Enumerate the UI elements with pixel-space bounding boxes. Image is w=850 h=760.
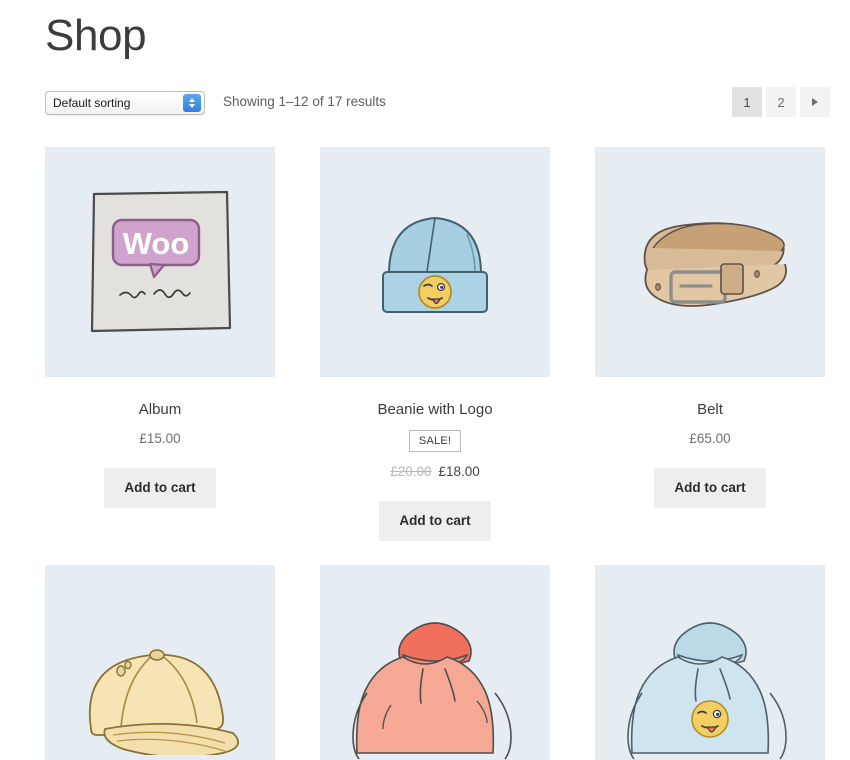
pagination-next-button[interactable] (800, 87, 830, 117)
product-card: Hoodie with Logo (595, 564, 825, 760)
product-card: Belt £65.00 Add to cart (595, 147, 825, 541)
hoodie-blue-logo-illustration (627, 622, 787, 760)
product-image-album[interactable]: Woo (45, 147, 275, 377)
add-to-cart-button[interactable]: Add to cart (379, 501, 491, 541)
price-original: £20.00 (390, 464, 432, 479)
product-price: £20.00 £18.00 (320, 464, 550, 480)
product-image-cap[interactable] (45, 564, 275, 760)
chevron-right-icon (812, 98, 818, 106)
chevron-updown-icon[interactable] (183, 94, 201, 112)
pagination-page-1[interactable]: 1 (732, 87, 762, 117)
add-to-cart-button[interactable]: Add to cart (654, 468, 766, 508)
sorting-select-wrapper[interactable]: Default sorting (45, 91, 205, 115)
album-cover-illustration: Woo (90, 190, 232, 333)
pagination: 1 2 (732, 87, 830, 117)
product-image-hoodie-with-logo[interactable] (595, 564, 825, 760)
price-value: £65.00 (689, 431, 731, 446)
product-grid: Woo Album £15.00 Add to cart Beanie with… (45, 147, 850, 760)
sorting-select-value: Default sorting (53, 96, 131, 110)
shop-page: Shop Default sorting Showing 1–12 of 17 … (0, 0, 850, 760)
sorting-select[interactable]: Default sorting (45, 91, 205, 115)
beanie-illustration (382, 216, 488, 313)
product-card: Cap (45, 564, 275, 760)
result-count: Showing 1–12 of 17 results (223, 94, 386, 109)
page-title: Shop (45, 11, 147, 60)
add-to-cart-button[interactable]: Add to cart (104, 468, 216, 508)
belt-illustration (643, 222, 787, 307)
sale-badge: SALE! (408, 430, 462, 452)
product-image-beanie[interactable] (320, 147, 550, 377)
hoodie-salmon-illustration (352, 622, 512, 760)
product-card: Hoodie (320, 564, 550, 760)
shop-toolbar: Default sorting Showing 1–12 of 17 resul… (45, 87, 850, 125)
svg-text:Woo: Woo (123, 226, 190, 261)
product-card: Woo Album £15.00 Add to cart (45, 147, 275, 541)
product-title[interactable]: Beanie with Logo (320, 401, 550, 419)
pagination-page-2[interactable]: 2 (766, 87, 796, 117)
cap-illustration (89, 648, 240, 755)
product-title[interactable]: Belt (595, 401, 825, 419)
product-image-belt[interactable] (595, 147, 825, 377)
product-image-hoodie[interactable] (320, 564, 550, 760)
price-value: £15.00 (139, 431, 181, 446)
product-price: £65.00 (595, 431, 825, 447)
product-card: Beanie with Logo SALE! £20.00 £18.00 Add … (320, 147, 550, 541)
product-title[interactable]: Album (45, 401, 275, 419)
price-sale: £18.00 (438, 464, 480, 479)
product-price: £15.00 (45, 431, 275, 447)
